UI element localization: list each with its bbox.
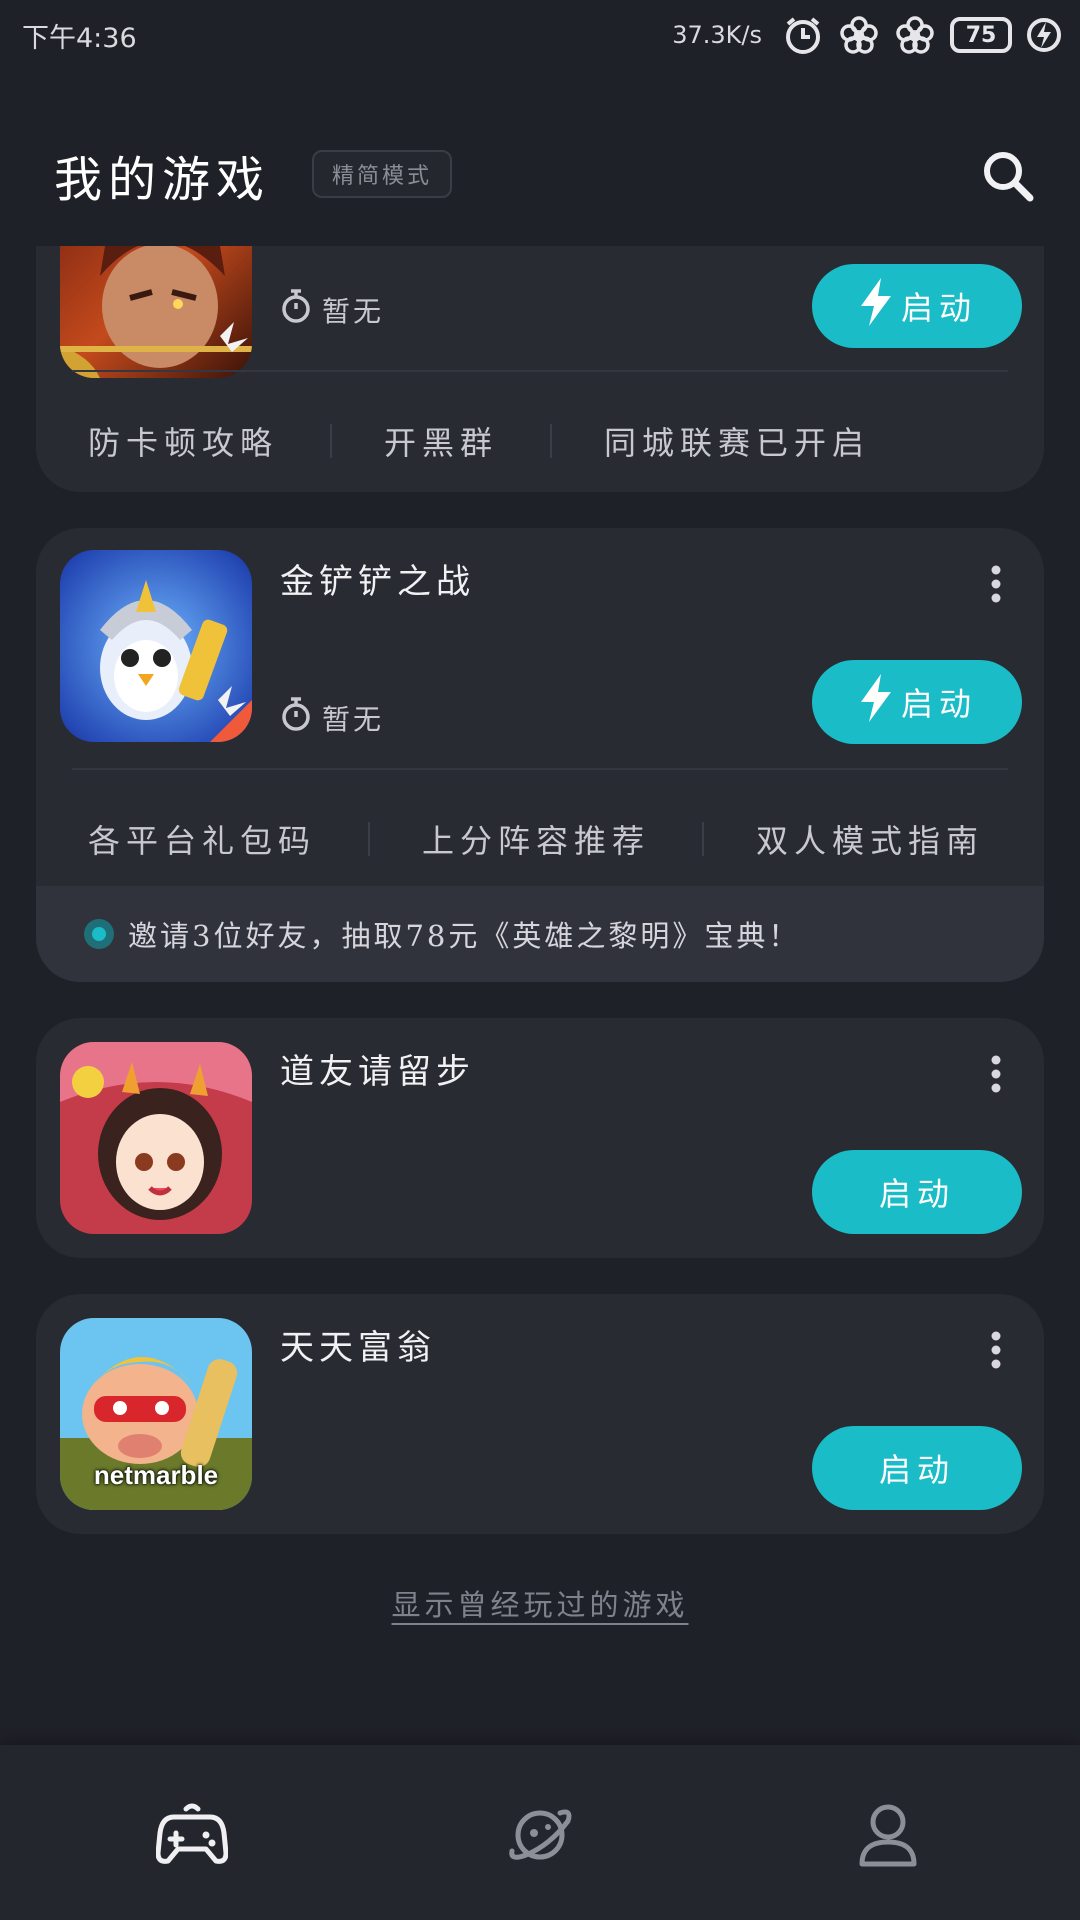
play-time: 暂无 — [280, 696, 384, 739]
game-name: 天天富翁 — [280, 1328, 436, 1368]
guide-link[interactable]: 各平台礼包码 — [88, 816, 316, 862]
guide-link[interactable]: 上分阵容推荐 — [422, 816, 650, 862]
launch-button[interactable]: 启动 — [812, 1150, 1022, 1234]
more-options-icon[interactable] — [988, 1330, 1004, 1370]
guide-link[interactable]: 双人模式指南 — [756, 816, 984, 862]
launch-label: 启动 — [900, 685, 977, 723]
launch-label: 启动 — [900, 289, 977, 327]
game-card: netmarble 天天富翁 启动 — [36, 1294, 1044, 1534]
divider — [72, 768, 1008, 770]
link-separator — [702, 822, 705, 856]
more-options-icon[interactable] — [988, 564, 1004, 604]
launch-button[interactable]: 启动 — [812, 1426, 1022, 1510]
simple-mode-button[interactable]: 精简模式 — [312, 150, 453, 198]
game-icon-tiantianfuweng[interactable]: netmarble — [60, 1318, 252, 1510]
guide-links: 各平台礼包码 上分阵容推荐 双人模式指南 — [36, 804, 1044, 874]
launch-label: 启动 — [878, 1175, 955, 1213]
alarm-icon — [782, 14, 824, 56]
guide-link[interactable]: 防卡顿攻略 — [88, 418, 278, 464]
game-name: 金铲铲之战 — [280, 562, 475, 602]
guide-link[interactable]: 开黑群 — [384, 418, 498, 464]
play-time: 暂无 — [280, 288, 384, 331]
link-separator — [368, 822, 371, 856]
profile-icon[interactable] — [848, 1795, 928, 1875]
guide-links: 防卡顿攻略 开黑群 同城联赛已开启 — [36, 406, 1044, 476]
status-bar: 下午4:36 37.3K/s 75 — [0, 0, 1080, 70]
page-title: 我的游戏 — [54, 152, 271, 208]
bullet-icon — [84, 919, 114, 949]
game-controller-icon[interactable] — [152, 1795, 232, 1875]
charging-icon — [1026, 14, 1062, 56]
link-separator — [550, 424, 553, 458]
planet-icon[interactable] — [500, 1795, 580, 1875]
launch-label: 启动 — [878, 1451, 955, 1489]
invite-banner[interactable]: 邀请3位好友，抽取78元《英雄之黎明》宝典！ — [36, 886, 1044, 982]
game-icon-daoyou[interactable] — [60, 1042, 252, 1234]
game-card: 金铲铲之战 暂无 启动 各平台礼包码 上分阵容推荐 双人模式指南 邀请3位好友，… — [36, 528, 1044, 982]
battery-indicator: 75 — [950, 17, 1012, 53]
game-icon-jinchanchan[interactable] — [60, 550, 252, 742]
game-icon-hero[interactable] — [60, 246, 252, 378]
timer-icon — [280, 288, 312, 331]
bottom-nav — [0, 1745, 1080, 1920]
show-played-games-link[interactable]: 显示曾经玩过的游戏 — [0, 1582, 1080, 1624]
link-separator — [330, 424, 333, 458]
divider — [72, 370, 1008, 372]
game-card: 暂无 启动 防卡顿攻略 开黑群 同城联赛已开启 — [36, 246, 1044, 492]
lightning-icon — [857, 674, 893, 730]
launch-button[interactable]: 启动 — [812, 660, 1022, 744]
guide-link[interactable]: 同城联赛已开启 — [604, 418, 870, 464]
lightning-icon — [857, 278, 893, 334]
play-time-value: 暂无 — [322, 294, 385, 328]
flower-icon — [838, 14, 880, 56]
timer-icon — [280, 696, 312, 739]
game-card: 道友请留步 启动 — [36, 1018, 1044, 1258]
netmarble-logo: netmarble — [93, 1460, 219, 1490]
network-speed: 37.3K/s — [672, 21, 762, 49]
play-time-value: 暂无 — [322, 702, 385, 736]
more-options-icon[interactable] — [988, 1054, 1004, 1094]
page-header: 我的游戏 精简模式 — [0, 110, 1080, 240]
invite-text: 邀请3位好友，抽取78元《英雄之黎明》宝典！ — [128, 919, 801, 953]
flower-icon — [894, 14, 936, 56]
search-icon[interactable] — [980, 148, 1036, 204]
launch-button[interactable]: 启动 — [812, 264, 1022, 348]
status-time: 下午4:36 — [22, 23, 137, 54]
game-name: 道友请留步 — [280, 1052, 475, 1092]
